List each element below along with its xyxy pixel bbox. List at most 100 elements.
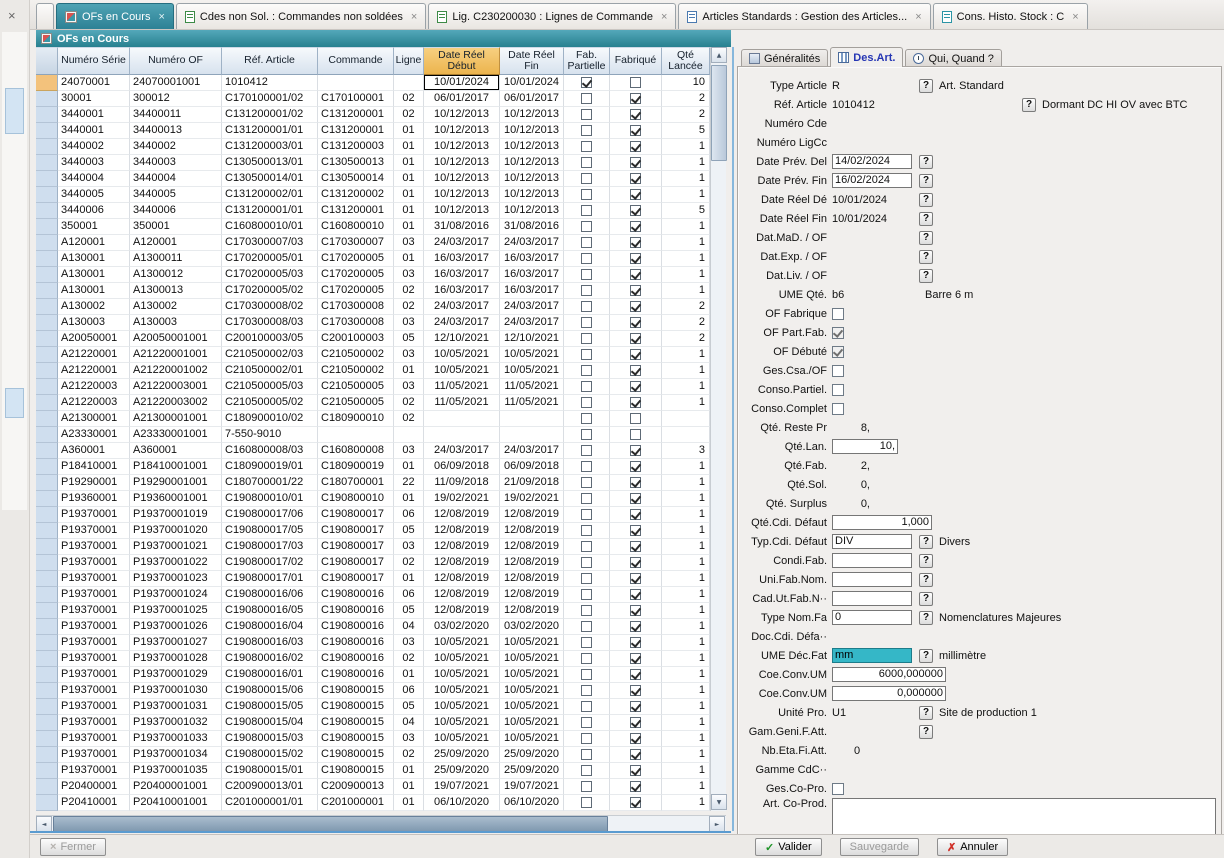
help-button[interactable]: ?: [919, 250, 933, 264]
horizontal-scroll-thumb[interactable]: [53, 816, 608, 832]
cell-commande[interactable]: C131200001: [318, 123, 394, 139]
cell-fab-partielle[interactable]: [564, 619, 610, 635]
cell-qte-lancee[interactable]: 1: [662, 459, 710, 475]
row-selector[interactable]: [36, 667, 58, 683]
field-input-date-prév-fin[interactable]: 16/02/2024: [832, 173, 912, 188]
cell-date-reel-fin[interactable]: [500, 411, 564, 427]
cell-numero-of[interactable]: P19370001035: [130, 763, 222, 779]
checkbox-fabrique[interactable]: [630, 285, 641, 296]
cell-fabrique[interactable]: [610, 251, 662, 267]
cell-fabrique[interactable]: [610, 331, 662, 347]
cell-numero-serie[interactable]: P19370001: [58, 699, 130, 715]
cell-date-reel-debut[interactable]: 11/05/2021: [424, 395, 500, 411]
cell-ligne[interactable]: 02: [394, 395, 424, 411]
cell-commande[interactable]: C190800017: [318, 523, 394, 539]
row-selector[interactable]: [36, 635, 58, 651]
cell-numero-serie[interactable]: P19370001: [58, 763, 130, 779]
cell-ref-article[interactable]: C190800017/03: [222, 539, 318, 555]
checkbox-fab-partielle[interactable]: [581, 557, 592, 568]
cell-fab-partielle[interactable]: [564, 411, 610, 427]
table-row[interactable]: P19370001P19370001032C190800015/04C19080…: [36, 715, 710, 731]
cell-commande[interactable]: C170200005: [318, 267, 394, 283]
checkbox-of-débuté[interactable]: [832, 346, 844, 358]
cell-numero-serie[interactable]: A130001: [58, 267, 130, 283]
checkbox-fab-partielle[interactable]: [581, 509, 592, 520]
cell-fabrique[interactable]: [610, 555, 662, 571]
checkbox-fab-partielle[interactable]: [581, 301, 592, 312]
cell-qte-lancee[interactable]: 10: [662, 75, 710, 91]
cell-numero-serie[interactable]: A20050001: [58, 331, 130, 347]
cell-fab-partielle[interactable]: [564, 235, 610, 251]
checkbox-fabrique[interactable]: [630, 749, 641, 760]
tab-home[interactable]: [36, 3, 54, 29]
cell-ref-article[interactable]: C170300008/03: [222, 315, 318, 331]
vertical-scroll-thumb[interactable]: [711, 65, 727, 161]
row-selector[interactable]: [36, 523, 58, 539]
field-textarea-art-co-prod[interactable]: [832, 798, 1216, 836]
cell-qte-lancee[interactable]: 1: [662, 795, 710, 811]
cell-fabrique[interactable]: [610, 75, 662, 91]
table-row[interactable]: 34400063440006C131200001/01C131200001011…: [36, 203, 710, 219]
table-row[interactable]: P19370001P19370001025C190800016/05C19080…: [36, 603, 710, 619]
row-selector[interactable]: [36, 75, 58, 91]
help-button[interactable]: ?: [919, 592, 933, 606]
help-button[interactable]: ?: [919, 193, 933, 207]
cell-fabrique[interactable]: [610, 299, 662, 315]
checkbox-fabrique[interactable]: [630, 93, 641, 104]
cell-numero-of[interactable]: A360001: [130, 443, 222, 459]
checkbox-fabrique[interactable]: [630, 445, 641, 456]
table-row[interactable]: P19290001P19290001001C180700001/22C18070…: [36, 475, 710, 491]
cell-qte-lancee[interactable]: 2: [662, 315, 710, 331]
row-selector[interactable]: [36, 603, 58, 619]
table-row[interactable]: P19370001P19370001034C190800015/02C19080…: [36, 747, 710, 763]
cell-numero-of[interactable]: P19370001029: [130, 667, 222, 683]
cell-qte-lancee[interactable]: 1: [662, 731, 710, 747]
cell-fab-partielle[interactable]: [564, 91, 610, 107]
cell-numero-of[interactable]: P18410001001: [130, 459, 222, 475]
cell-fab-partielle[interactable]: [564, 731, 610, 747]
cell-ligne[interactable]: 01: [394, 667, 424, 683]
help-button[interactable]: ?: [919, 725, 933, 739]
checkbox-fabrique[interactable]: [630, 477, 641, 488]
cell-fabrique[interactable]: [610, 795, 662, 811]
scroll-down-icon[interactable]: ▼: [711, 794, 727, 810]
row-selector[interactable]: [36, 107, 58, 123]
cell-ligne[interactable]: 03: [394, 347, 424, 363]
cell-numero-serie[interactable]: A130001: [58, 283, 130, 299]
cell-numero-serie[interactable]: 3440005: [58, 187, 130, 203]
row-selector[interactable]: [36, 347, 58, 363]
field-input-condi-fab[interactable]: [832, 553, 912, 568]
cell-fab-partielle[interactable]: [564, 315, 610, 331]
cell-numero-serie[interactable]: 3440003: [58, 155, 130, 171]
cell-date-reel-fin[interactable]: 12/08/2019: [500, 587, 564, 603]
checkbox-fab-partielle[interactable]: [581, 525, 592, 536]
column-header-qte-lancee[interactable]: Qté Lancée: [662, 47, 710, 75]
close-icon[interactable]: ×: [661, 11, 667, 23]
checkbox-ges-co-pro[interactable]: [832, 783, 844, 795]
help-button[interactable]: ?: [919, 231, 933, 245]
cell-numero-of[interactable]: P19370001026: [130, 619, 222, 635]
checkbox-fab-partielle[interactable]: [581, 365, 592, 376]
sauvegarde-button[interactable]: Sauvegarde: [840, 838, 919, 856]
help-button[interactable]: ?: [919, 649, 933, 663]
checkbox-fab-partielle[interactable]: [581, 77, 592, 88]
cell-date-reel-fin[interactable]: 10/05/2021: [500, 667, 564, 683]
cell-fabrique[interactable]: [610, 475, 662, 491]
cell-ligne[interactable]: 02: [394, 91, 424, 107]
cell-numero-serie[interactable]: A130001: [58, 251, 130, 267]
cell-date-reel-fin[interactable]: 11/05/2021: [500, 379, 564, 395]
row-selector[interactable]: [36, 267, 58, 283]
cell-ligne[interactable]: 01: [394, 571, 424, 587]
row-selector[interactable]: [36, 379, 58, 395]
cell-qte-lancee[interactable]: 1: [662, 267, 710, 283]
cell-fabrique[interactable]: [610, 699, 662, 715]
field-input-cad-ut-fab-n[interactable]: [832, 591, 912, 606]
cell-date-reel-debut[interactable]: 03/02/2020: [424, 619, 500, 635]
cell-date-reel-fin[interactable]: 10/12/2013: [500, 171, 564, 187]
cell-numero-of[interactable]: 350001: [130, 219, 222, 235]
cell-fab-partielle[interactable]: [564, 747, 610, 763]
cell-date-reel-fin[interactable]: 10/12/2013: [500, 187, 564, 203]
cell-date-reel-fin[interactable]: [500, 427, 564, 443]
row-selector[interactable]: [36, 411, 58, 427]
field-input-date-prév-del[interactable]: 14/02/2024: [832, 154, 912, 169]
